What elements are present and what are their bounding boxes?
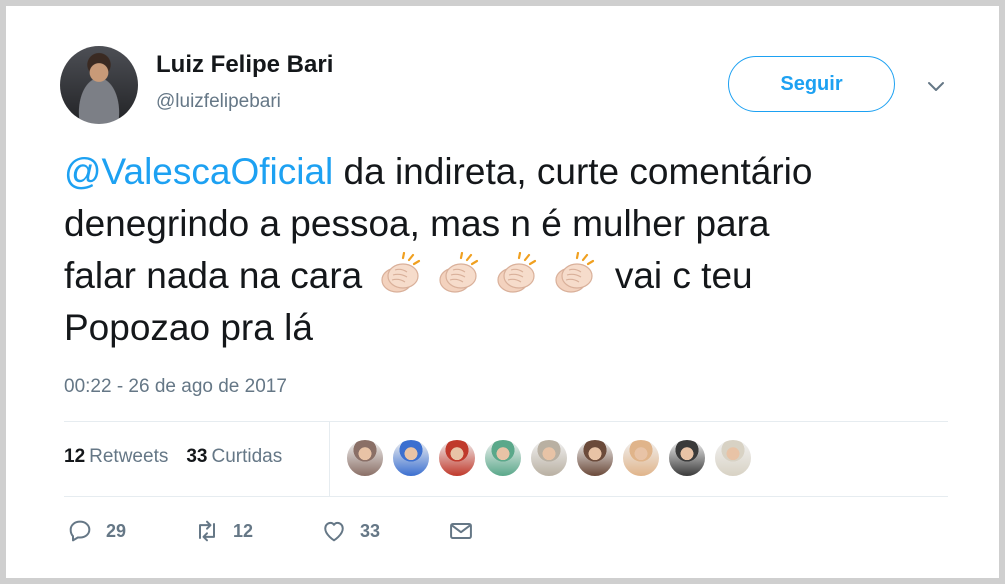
envelope-icon bbox=[450, 523, 472, 539]
clapping-hands-emoji bbox=[431, 251, 485, 296]
retweet-count: 12 bbox=[233, 520, 254, 541]
retweet-button[interactable]: 12 bbox=[193, 517, 253, 545]
retweet-icon bbox=[199, 520, 215, 542]
tweet-text-line3-end: vai c teu bbox=[604, 255, 753, 296]
clapping-hands-emoji bbox=[547, 251, 601, 296]
likes-label: Curtidas bbox=[211, 446, 283, 467]
direct-message-button[interactable] bbox=[447, 517, 487, 545]
heart-icon bbox=[324, 521, 344, 542]
tweet-text-line4: Popozao pra lá bbox=[64, 307, 313, 348]
tweet-card: Luiz Felipe Bari @luizfelipebari Seguir … bbox=[0, 0, 1005, 584]
like-count: 33 bbox=[360, 520, 381, 541]
liker-avatar[interactable] bbox=[622, 439, 660, 477]
liker-avatar[interactable] bbox=[530, 439, 568, 477]
chevron-down-icon[interactable] bbox=[924, 74, 948, 98]
reply-button[interactable]: 29 bbox=[66, 517, 126, 545]
retweets-label: Retweets bbox=[89, 446, 169, 467]
author-name[interactable]: Luiz Felipe Bari bbox=[156, 51, 333, 79]
liker-avatar[interactable] bbox=[576, 439, 614, 477]
liker-avatar[interactable] bbox=[438, 439, 476, 477]
clapping-hands-emoji bbox=[489, 251, 543, 296]
mention-link[interactable]: @ValescaOficial bbox=[64, 151, 333, 192]
liker-avatar[interactable] bbox=[714, 439, 752, 477]
retweets-stat[interactable]: 12 Retweets bbox=[64, 446, 168, 468]
tweet-text-line3: falar nada na cara bbox=[64, 255, 373, 296]
likes-count: 33 bbox=[186, 446, 208, 467]
engagement-stats: 12 Retweets 33 Curtidas bbox=[64, 446, 300, 468]
tweet-text-line2: denegrindo a pessoa, mas n é mulher para bbox=[64, 203, 770, 244]
liker-avatar[interactable] bbox=[668, 439, 706, 477]
divider bbox=[64, 496, 948, 497]
tweet-text: @ValescaOficial da indireta, curte comen… bbox=[64, 146, 964, 354]
author-avatar[interactable] bbox=[60, 46, 138, 124]
tweet-timestamp[interactable]: 00:22 - 26 de ago de 2017 bbox=[64, 376, 287, 398]
liker-avatar[interactable] bbox=[346, 439, 384, 477]
clapping-hands-emoji-group bbox=[373, 251, 605, 296]
stats-separator bbox=[329, 422, 330, 496]
author-handle[interactable]: @luizfelipebari bbox=[156, 91, 281, 113]
reply-icon bbox=[69, 520, 91, 542]
tweet-text-line1: da indireta, curte comentário bbox=[333, 151, 813, 192]
like-button[interactable]: 33 bbox=[320, 517, 380, 545]
liker-avatar[interactable] bbox=[484, 439, 522, 477]
clapping-hands-emoji bbox=[373, 251, 427, 296]
reply-count: 29 bbox=[106, 520, 127, 541]
likes-stat[interactable]: 33 Curtidas bbox=[186, 446, 282, 468]
follow-button[interactable]: Seguir bbox=[728, 56, 895, 112]
liker-avatar[interactable] bbox=[392, 439, 430, 477]
divider bbox=[64, 421, 948, 422]
retweets-count: 12 bbox=[64, 446, 86, 467]
